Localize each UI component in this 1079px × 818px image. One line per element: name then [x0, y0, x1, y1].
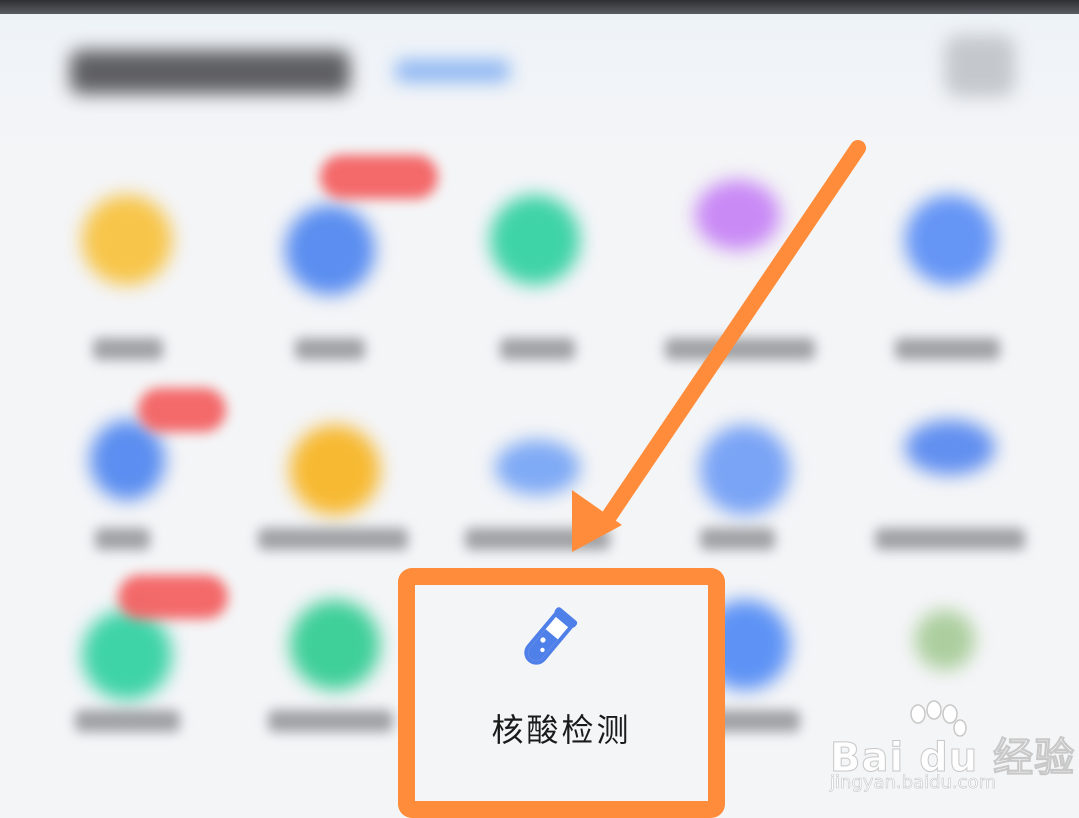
- service-tile-label: [93, 338, 163, 360]
- service-tile-label: [258, 528, 408, 550]
- service-tile-label: [95, 528, 150, 550]
- service-tile-label: [295, 338, 365, 360]
- service-tile-label: [700, 528, 775, 550]
- badge: [138, 388, 226, 432]
- service-tile-icon[interactable]: [495, 440, 580, 495]
- feature-label[interactable]: 核酸检测: [415, 705, 708, 751]
- service-tile-icon[interactable]: [285, 205, 375, 295]
- service-tile-icon[interactable]: [290, 425, 380, 515]
- service-tile-icon[interactable]: [915, 610, 975, 670]
- service-tile-icon[interactable]: [700, 425, 790, 515]
- service-tile-icon[interactable]: [290, 600, 380, 690]
- service-tile-label: [895, 338, 1000, 360]
- service-tile-icon[interactable]: [490, 195, 580, 285]
- service-tile-label: [875, 528, 1025, 550]
- watermark-url: jingyan.baidu.com: [830, 772, 997, 794]
- badge: [118, 575, 228, 619]
- badge: [320, 155, 438, 199]
- header-location-link-blurred[interactable]: [395, 60, 510, 82]
- service-tile-label: [75, 710, 180, 732]
- service-tile-icon[interactable]: [905, 195, 995, 285]
- service-tile-label: [665, 338, 815, 360]
- service-tile-icon[interactable]: [695, 180, 780, 250]
- service-tile-icon[interactable]: [82, 610, 172, 700]
- test-tube-icon[interactable]: [503, 604, 583, 676]
- service-tile-icon[interactable]: [90, 420, 165, 500]
- service-tile-icon[interactable]: [905, 420, 995, 475]
- service-tile-label: [268, 710, 393, 732]
- menu-icon[interactable]: [945, 35, 1015, 97]
- service-tile-label: [500, 338, 575, 360]
- status-bar: [0, 0, 1079, 14]
- header-title-blurred: [70, 50, 350, 94]
- service-tile-icon[interactable]: [82, 195, 172, 285]
- service-tile-label: [465, 528, 610, 550]
